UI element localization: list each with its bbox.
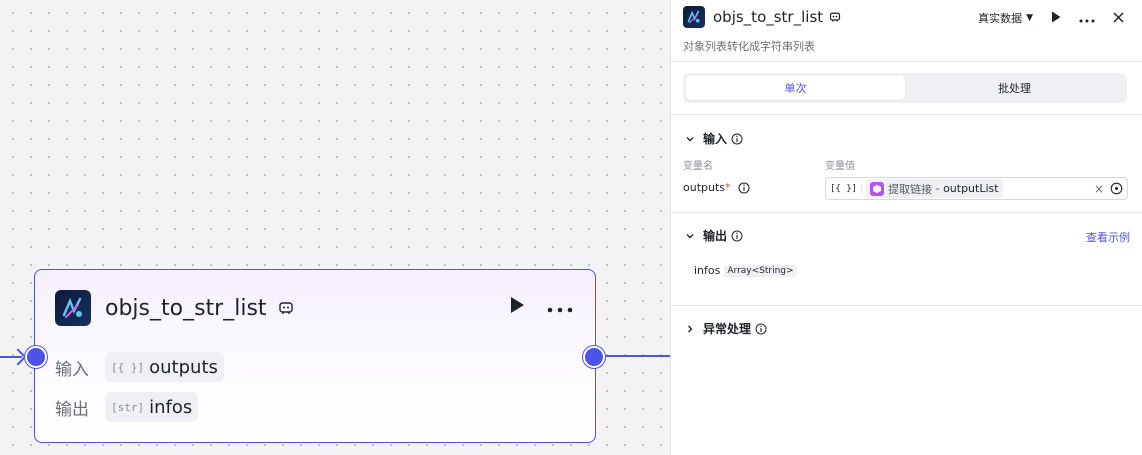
info-icon[interactable] [731, 133, 743, 145]
error-handling-section-header[interactable]: 异常处理 [683, 320, 767, 337]
output-port[interactable] [583, 346, 605, 368]
error-handling-title: 异常处理 [703, 322, 752, 336]
output-param-name: infos [694, 264, 721, 277]
output-param-name: infos [149, 396, 193, 418]
node-header: objs_to_str_list [55, 290, 295, 326]
node-config-panel: objs_to_str_list 真实数据 ▼ 对象列表转化成字符串列表 单次 … [670, 0, 1142, 455]
node-output-row: 输出 [str] infos [55, 392, 199, 422]
ref-field-name: outputList [943, 182, 999, 195]
output-section-header[interactable]: 输出 [683, 227, 743, 244]
close-icon[interactable] [1113, 8, 1124, 27]
incoming-edge-arrow [9, 348, 27, 366]
column-var-value: 变量值 [825, 161, 855, 172]
chevron-down-icon: ▼ [1026, 12, 1033, 23]
info-icon[interactable] [731, 230, 743, 242]
clear-icon[interactable]: × [1094, 182, 1104, 196]
outgoing-edge [606, 355, 670, 357]
more-options-icon[interactable] [547, 298, 573, 317]
panel-more-icon[interactable] [1079, 8, 1095, 27]
plugin-logo-icon [55, 290, 91, 326]
object-array-type-icon: [{ }] [111, 360, 145, 374]
input-section-header[interactable]: 输入 [683, 130, 743, 147]
run-mode-tabs: 单次 批处理 [683, 73, 1127, 103]
panel-title: objs_to_str_list [713, 8, 824, 26]
panel-run-icon[interactable] [1051, 8, 1061, 27]
run-node-icon[interactable] [509, 296, 525, 318]
required-mark: * [725, 181, 731, 194]
column-var-name: 变量名 [683, 161, 713, 172]
workflow-node[interactable]: objs_to_str_list 输入 [{ }] outputs 输出 [st… [34, 269, 596, 443]
chevron-down-icon [683, 229, 697, 243]
output-section-title: 输出 [703, 229, 728, 243]
panel-header: objs_to_str_list [683, 6, 841, 28]
header-divider [671, 61, 1142, 62]
node-cube-icon [870, 181, 885, 196]
ref-separator: - [932, 182, 944, 195]
tabs-divider [671, 114, 1142, 115]
tab-batch[interactable]: 批处理 [905, 76, 1124, 100]
output-param-row: infos Array<String> [694, 264, 797, 277]
panel-plugin-logo-icon [683, 6, 705, 28]
panel-description: 对象列表转化成字符串列表 [683, 40, 815, 53]
output-divider [671, 305, 1142, 306]
param-name-text: outputs [683, 181, 726, 194]
input-section-title: 输入 [703, 132, 728, 146]
object-array-type-icon: [{ }] [830, 183, 863, 194]
input-label: 输入 [55, 359, 89, 380]
chevron-right-icon [683, 322, 697, 336]
tab-single[interactable]: 单次 [686, 76, 905, 100]
node-actions [509, 296, 573, 318]
input-divider [671, 212, 1142, 213]
output-param-chip[interactable]: [str] infos [105, 392, 199, 422]
variable-reference-tag[interactable]: 提取链接 - outputList [866, 179, 1003, 198]
output-label: 输出 [55, 399, 89, 420]
chevron-down-icon [683, 132, 697, 146]
view-example-link[interactable]: 查看示例 [1086, 229, 1130, 245]
info-icon[interactable] [755, 323, 767, 335]
ref-node-name: 提取链接 [888, 182, 933, 196]
param-outputs: outputs * [683, 181, 750, 194]
string-array-type-icon: [str] [111, 400, 145, 414]
panel-plugin-badge-icon [829, 11, 841, 23]
data-source-value: 真实数据 [978, 11, 1023, 25]
node-title: objs_to_str_list [105, 295, 267, 321]
input-param-chip[interactable]: [{ }] outputs [105, 352, 224, 382]
variable-reference-field[interactable]: [{ }] 提取链接 - outputList × [825, 177, 1128, 200]
output-param-type: Array<String> [724, 264, 797, 277]
param-info-icon[interactable] [738, 182, 750, 194]
node-input-row: 输入 [{ }] outputs [55, 352, 224, 382]
plugin-badge-icon [277, 299, 295, 317]
data-source-dropdown[interactable]: 真实数据 ▼ [978, 10, 1033, 26]
variable-settings-icon[interactable] [1110, 182, 1123, 195]
input-port[interactable] [25, 346, 47, 368]
panel-toolbar: 真实数据 ▼ [978, 8, 1124, 27]
input-param-name: outputs [149, 356, 218, 378]
